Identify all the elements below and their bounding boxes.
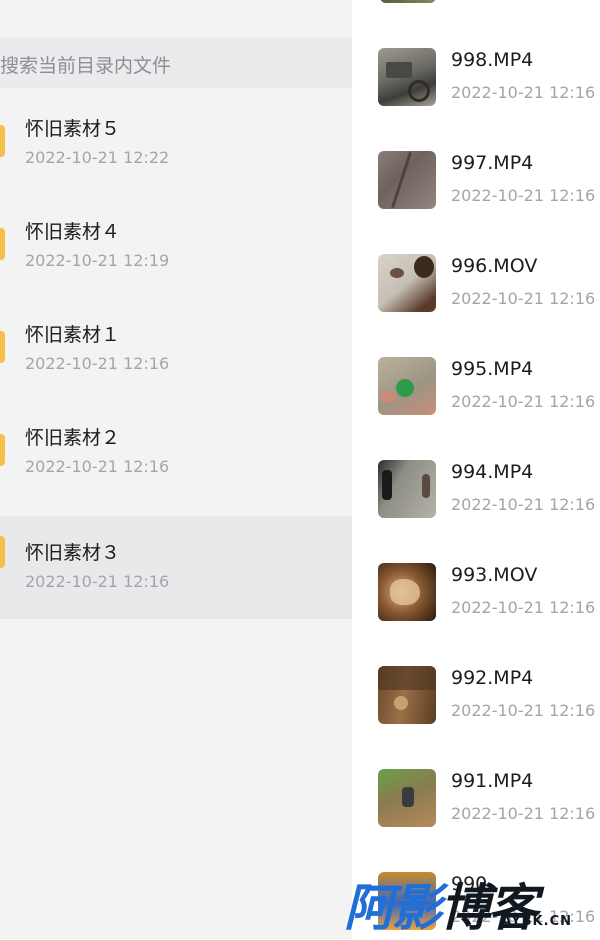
folder-name: 怀旧素材４ xyxy=(25,221,121,243)
search-input[interactable]: 搜索当前目录内文件 xyxy=(0,38,352,88)
file-item[interactable]: 996.MOV 2022-10-21 12:16 xyxy=(352,244,600,347)
file-item[interactable]: 994.MP4 2022-10-21 12:16 xyxy=(352,450,600,553)
video-thumbnail xyxy=(378,254,436,312)
folder-name: 怀旧素材３ xyxy=(25,542,121,564)
file-date: 2022-10-21 12:16 xyxy=(451,83,596,102)
folder-item[interactable]: 怀旧素材２ 2022-10-21 12:16 xyxy=(0,397,352,500)
file-date: 2022-10-21 12:16 xyxy=(451,495,596,514)
folder-date: 2022-10-21 12:16 xyxy=(25,457,170,476)
folder-item-selected[interactable]: 怀旧素材３ 2022-10-21 12:16 xyxy=(0,516,352,619)
watermark-domain: AYBK.CN xyxy=(501,914,572,929)
video-thumbnail xyxy=(378,151,436,209)
site-watermark-logo: 阿影博客 AYBK.CN xyxy=(344,868,584,937)
file-name: 992.MP4 xyxy=(451,667,534,689)
folder-date: 2022-10-21 12:16 xyxy=(25,572,170,591)
folder-icon xyxy=(0,434,5,466)
folder-icon xyxy=(0,331,5,363)
file-item[interactable]: 993.MOV 2022-10-21 12:16 xyxy=(352,553,600,656)
search-placeholder: 搜索当前目录内文件 xyxy=(0,55,172,77)
file-date: 2022-10-21 12:16 xyxy=(451,804,596,823)
file-name: 993.MOV xyxy=(451,564,538,586)
watermark-blue-text: 阿影 xyxy=(344,879,442,937)
folder-icon xyxy=(0,536,5,568)
video-thumbnail xyxy=(378,357,436,415)
file-item[interactable]: 997.MP4 2022-10-21 12:16 xyxy=(352,141,600,244)
file-name: 991.MP4 xyxy=(451,770,534,792)
folder-date: 2022-10-21 12:19 xyxy=(25,251,170,270)
video-thumbnail xyxy=(378,769,436,827)
file-date: 2022-10-21 12:16 xyxy=(451,598,596,617)
video-thumbnail xyxy=(378,460,436,518)
partial-thumbnail xyxy=(380,0,436,3)
file-item[interactable]: 992.MP4 2022-10-21 12:16 xyxy=(352,656,600,759)
file-date: 2022-10-21 12:16 xyxy=(451,186,596,205)
video-thumbnail xyxy=(378,666,436,724)
folder-name: 怀旧素材１ xyxy=(25,324,121,346)
folder-date: 2022-10-21 12:22 xyxy=(25,148,170,167)
file-item[interactable]: 991.MP4 2022-10-21 12:16 xyxy=(352,759,600,862)
folder-icon xyxy=(0,125,5,157)
folder-icon xyxy=(0,228,5,260)
folder-item[interactable]: 怀旧素材５ 2022-10-21 12:22 xyxy=(0,88,352,191)
file-name: 996.MOV xyxy=(451,255,538,277)
file-date: 2022-10-21 12:16 xyxy=(451,392,596,411)
file-name: 998.MP4 xyxy=(451,49,534,71)
video-thumbnail xyxy=(378,563,436,621)
folder-item[interactable]: 怀旧素材４ 2022-10-21 12:19 xyxy=(0,191,352,294)
file-date: 2022-10-21 12:16 xyxy=(451,701,596,720)
watermark-title: 阿影博客 xyxy=(344,868,538,940)
file-name: 994.MP4 xyxy=(451,461,534,483)
file-item[interactable]: 995.MP4 2022-10-21 12:16 xyxy=(352,347,600,450)
file-name: 995.MP4 xyxy=(451,358,534,380)
video-thumbnail xyxy=(378,48,436,106)
folder-name: 怀旧素材５ xyxy=(25,118,121,140)
file-item[interactable]: 998.MP4 2022-10-21 12:16 xyxy=(352,38,600,141)
folder-item[interactable]: 怀旧素材１ 2022-10-21 12:16 xyxy=(0,294,352,397)
file-name: 997.MP4 xyxy=(451,152,534,174)
file-list-pane: 998.MP4 2022-10-21 12:16 997.MP4 2022-10… xyxy=(352,0,600,939)
folder-date: 2022-10-21 12:16 xyxy=(25,354,170,373)
file-date: 2022-10-21 12:16 xyxy=(451,289,596,308)
folder-name: 怀旧素材２ xyxy=(25,427,121,449)
folder-list-pane: 搜索当前目录内文件 怀旧素材５ 2022-10-21 12:22 怀旧素材４ 2… xyxy=(0,0,352,939)
